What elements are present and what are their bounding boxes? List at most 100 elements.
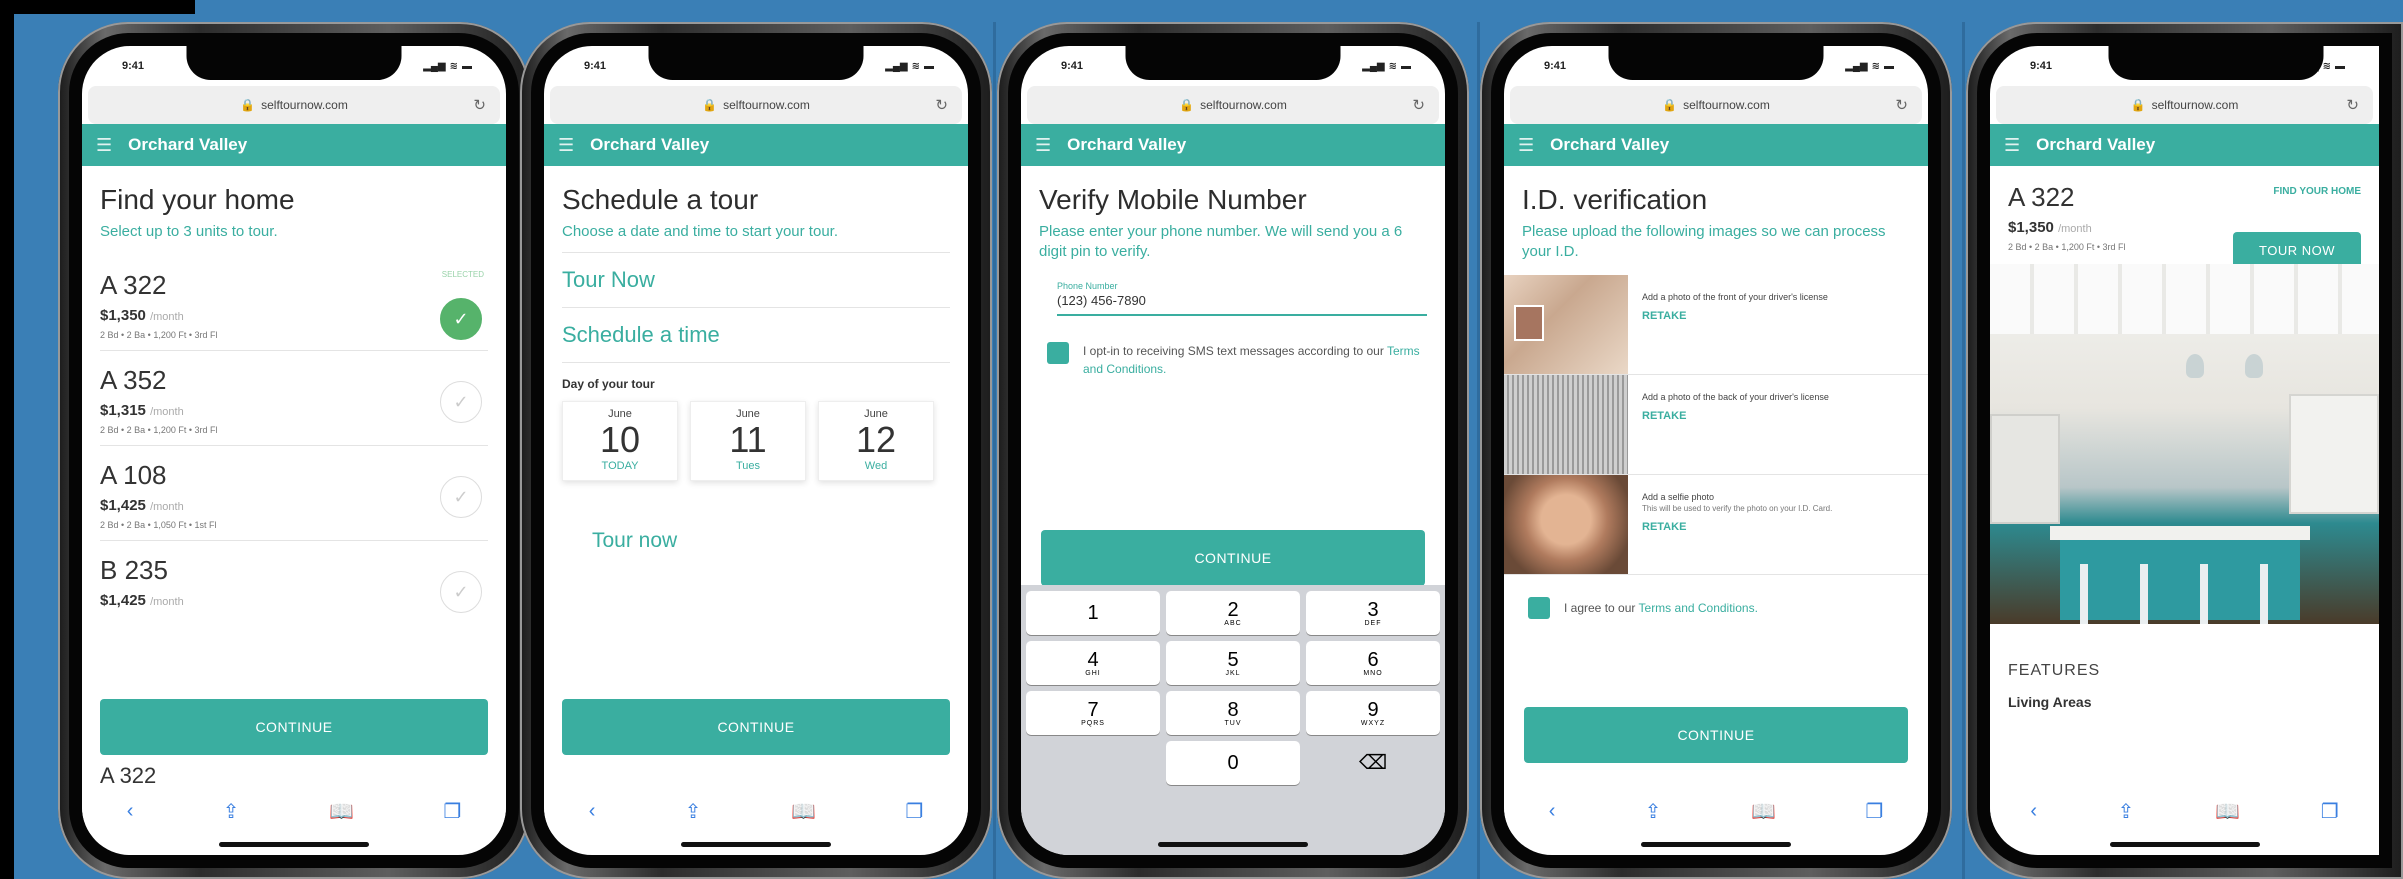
notch bbox=[2108, 46, 2324, 80]
keypad-key[interactable]: 2 ABC bbox=[1166, 591, 1300, 635]
find-your-home-link[interactable]: FIND YOUR HOME bbox=[2273, 186, 2361, 197]
back-icon[interactable]: ‹ bbox=[1549, 800, 1556, 823]
tabs-icon[interactable]: ❐ bbox=[2321, 799, 2339, 824]
keypad-key[interactable]: 6 MNO bbox=[1306, 641, 1440, 685]
back-icon[interactable]: ‹ bbox=[2030, 800, 2037, 823]
living-areas-heading: Living Areas bbox=[2008, 694, 2092, 710]
continue-button[interactable]: CONTINUE bbox=[1041, 530, 1425, 586]
unit-name-peek: A 322 bbox=[100, 763, 157, 788]
unit-row-a322[interactable]: A 322 $1,350 /month 2 Bd • 2 Ba • 1,200 … bbox=[100, 256, 488, 352]
key-digit: 8 bbox=[1227, 698, 1239, 721]
retake-link[interactable]: RETAKE bbox=[1642, 520, 1832, 535]
select-checkbox[interactable]: ✓ bbox=[440, 298, 482, 341]
check-icon: ✓ bbox=[453, 581, 469, 602]
terms-link[interactable]: Terms and Conditions. bbox=[1639, 601, 1758, 615]
tour-now-link[interactable]: Tour now bbox=[592, 529, 950, 553]
reload-icon[interactable]: ↻ bbox=[1895, 96, 1908, 114]
keypad-key[interactable]: 9 WXYZ bbox=[1306, 691, 1440, 735]
key-digit: 0 bbox=[1227, 752, 1239, 774]
unit-row-a352[interactable]: A 352 $1,315 /month 2 Bd • 2 Ba • 1,200 … bbox=[100, 351, 488, 447]
tabs-icon[interactable]: ❐ bbox=[905, 799, 923, 824]
option-schedule-time[interactable]: Schedule a time bbox=[562, 308, 950, 364]
keypad-key[interactable]: 3 DEF bbox=[1306, 591, 1440, 635]
phone-verify-mobile: 9:41 ▂▄▆ ≋ ▬ 🔒 selftournow.com ↻ ☰ Orchard … bbox=[997, 22, 1469, 879]
home-indicator bbox=[1158, 842, 1308, 847]
bookmarks-icon[interactable]: 📖 bbox=[1751, 799, 1776, 824]
share-icon[interactable]: ⇪ bbox=[223, 799, 240, 824]
selfie-image[interactable] bbox=[1504, 474, 1628, 574]
license-back-image[interactable] bbox=[1504, 374, 1628, 474]
bookmarks-icon[interactable]: 📖 bbox=[791, 799, 816, 824]
url-bar[interactable]: 🔒 selftournow.com ↻ bbox=[1510, 86, 1922, 124]
reload-icon[interactable]: ↻ bbox=[2346, 96, 2359, 114]
url-bar[interactable]: 🔒 selftournow.com ↻ bbox=[88, 86, 500, 124]
keypad-key[interactable]: 1 bbox=[1026, 591, 1160, 635]
bookmarks-icon[interactable]: 📖 bbox=[2215, 799, 2240, 824]
signal-icon: ▂▄▆ bbox=[1845, 60, 1868, 72]
day-card[interactable]: June 11 Tues bbox=[690, 401, 806, 481]
id-row-note: This will be used to verify the photo on… bbox=[1642, 504, 1833, 514]
phone-field-value[interactable]: (123) 456-7890 bbox=[1057, 293, 1427, 308]
unit-name: A 108 bbox=[100, 460, 167, 491]
wifi-icon: ≋ bbox=[1388, 60, 1397, 72]
select-checkbox[interactable]: ✓ bbox=[440, 571, 482, 614]
optin-text: I opt-in to receiving SMS text messages … bbox=[1083, 343, 1384, 358]
browser-toolbar: ‹ ⇪ 📖 ❐ bbox=[1990, 789, 2379, 833]
reload-icon[interactable]: ↻ bbox=[1412, 96, 1425, 114]
tabs-icon[interactable]: ❐ bbox=[443, 799, 461, 824]
unit-name: B 235 bbox=[100, 555, 168, 586]
app-nav-bar: ☰ Orchard Valley bbox=[544, 124, 968, 166]
url-bar[interactable]: 🔒 selftournow.com ↻ bbox=[550, 86, 962, 124]
continue-button[interactable]: CONTINUE bbox=[562, 699, 950, 755]
bookmarks-icon[interactable]: 📖 bbox=[329, 799, 354, 824]
phone-field[interactable]: Phone Number (123) 456-7890 bbox=[1057, 281, 1427, 316]
reload-icon[interactable]: ↻ bbox=[473, 96, 486, 114]
keypad-key[interactable]: 4 GHI bbox=[1026, 641, 1160, 685]
share-icon[interactable]: ⇪ bbox=[1645, 799, 1662, 824]
status-time: 9:41 bbox=[2030, 60, 2053, 72]
reload-icon[interactable]: ↻ bbox=[935, 96, 948, 114]
share-icon[interactable]: ⇪ bbox=[2118, 799, 2135, 824]
back-icon[interactable]: ‹ bbox=[127, 800, 134, 823]
unit-per: /month bbox=[150, 501, 184, 514]
screen: 9:41 ▂▄▆≋ ▬ 🔒 selftournow.com ↻ ☰ Orchard … bbox=[1504, 46, 1928, 855]
key-letters: WXYZ bbox=[1360, 719, 1386, 727]
day-card[interactable]: June 12 Wed bbox=[818, 401, 934, 481]
menu-icon[interactable]: ☰ bbox=[96, 135, 112, 156]
unit-row-b235[interactable]: B 235 $1,425 /month ✓ bbox=[100, 541, 488, 619]
page-title: Schedule a tour bbox=[562, 184, 759, 215]
keypad-key[interactable]: 8 TUV bbox=[1166, 691, 1300, 735]
menu-icon[interactable]: ☰ bbox=[558, 135, 574, 156]
unit-per: /month bbox=[150, 311, 184, 324]
keypad-key[interactable]: 0 bbox=[1166, 741, 1300, 785]
backspace-key[interactable]: ⌫ bbox=[1306, 741, 1440, 785]
backspace-icon: ⌫ bbox=[1358, 752, 1388, 774]
menu-icon[interactable]: ☰ bbox=[2004, 135, 2020, 156]
select-checkbox[interactable]: ✓ bbox=[440, 476, 482, 519]
tabs-icon[interactable]: ❐ bbox=[1865, 799, 1883, 824]
continue-button[interactable]: CONTINUE bbox=[1524, 707, 1908, 763]
continue-button[interactable]: CONTINUE bbox=[100, 699, 488, 755]
menu-icon[interactable]: ☰ bbox=[1035, 135, 1051, 156]
keypad-key[interactable]: 7 PQRS bbox=[1026, 691, 1160, 735]
back-icon[interactable]: ‹ bbox=[589, 800, 596, 823]
url-text: selftournow.com bbox=[2151, 98, 2239, 112]
license-front-image[interactable] bbox=[1504, 274, 1628, 374]
option-tour-now[interactable]: Tour Now bbox=[562, 252, 950, 309]
url-bar[interactable]: 🔒 selftournow.com ↻ bbox=[1027, 86, 1439, 124]
day-label: Day of your tour bbox=[562, 377, 655, 392]
day-card[interactable]: June 10 TODAY bbox=[562, 401, 678, 481]
unit-row-a108[interactable]: A 108 $1,425 /month 2 Bd • 2 Ba • 1,050 … bbox=[100, 446, 488, 542]
battery-icon: ▬ bbox=[2335, 60, 2345, 72]
app-nav-bar: ☰ Orchard Valley bbox=[1990, 124, 2379, 166]
retake-link[interactable]: RETAKE bbox=[1642, 409, 1829, 424]
retake-link[interactable]: RETAKE bbox=[1642, 309, 1828, 324]
menu-icon[interactable]: ☰ bbox=[1518, 135, 1534, 156]
agree-checkbox[interactable] bbox=[1528, 596, 1550, 619]
sms-optin-checkbox[interactable] bbox=[1047, 341, 1069, 364]
share-icon[interactable]: ⇪ bbox=[685, 799, 702, 824]
keypad-key[interactable]: 5 JKL bbox=[1166, 641, 1300, 685]
select-checkbox[interactable]: ✓ bbox=[440, 381, 482, 424]
url-bar[interactable]: 🔒 selftournow.com ↻ bbox=[1996, 86, 2373, 124]
battery-icon: ▬ bbox=[462, 60, 472, 72]
